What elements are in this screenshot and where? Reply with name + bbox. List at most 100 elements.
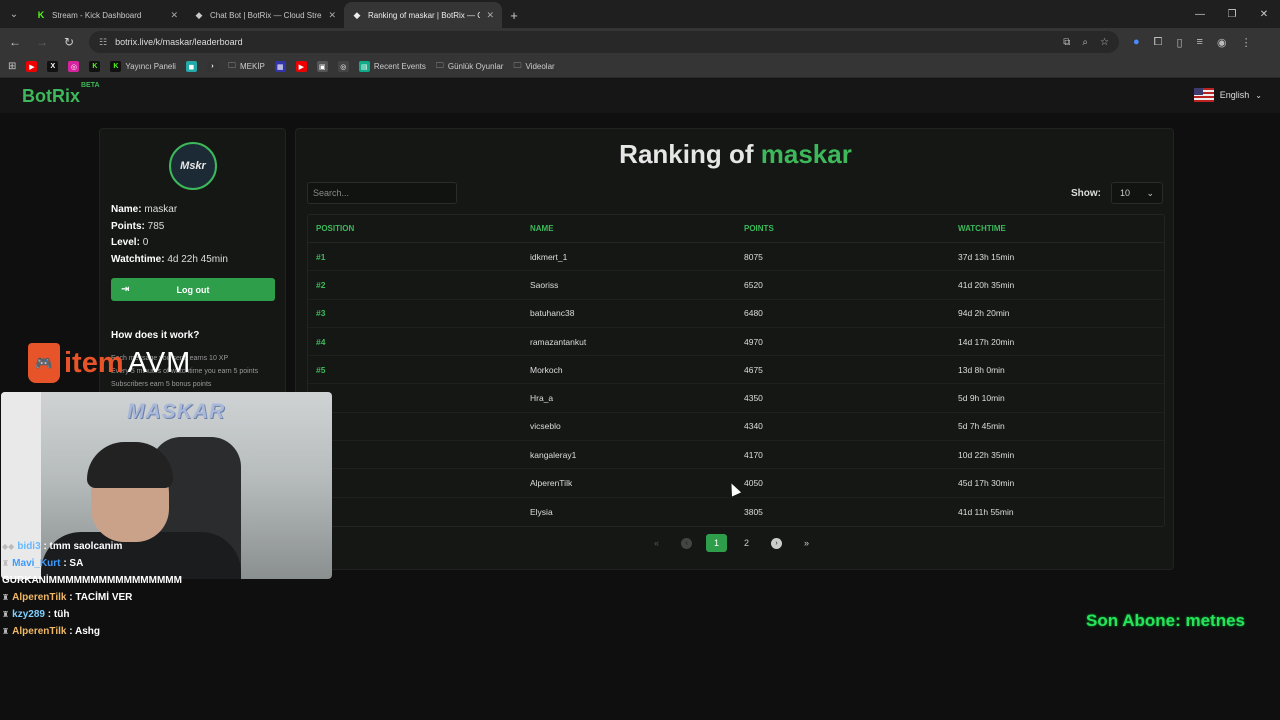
column-header-position[interactable]: Position <box>308 224 522 233</box>
new-tab-button[interactable]: + <box>502 2 526 28</box>
row-watchtime: 37d 13h 15min <box>958 251 1015 262</box>
row-watchtime: 5d 7h 45min <box>958 421 1005 432</box>
logout-label: Log out <box>176 284 210 295</box>
close-window-icon[interactable]: ✕ <box>1248 0 1280 28</box>
last-subscriber-overlay: Son Abone: metnes <box>1086 611 1245 630</box>
row-points: 4050 <box>744 478 763 489</box>
play-icon: › <box>206 61 218 72</box>
column-header-watchtime[interactable]: Watchtime <box>950 224 1164 233</box>
first-page-button[interactable]: « <box>646 534 667 552</box>
tab-ranking[interactable]: ◆ Ranking of maskar | BotRix — C ✕ <box>344 2 502 28</box>
badge-icon: ♜ <box>2 610 10 619</box>
next-page-button[interactable]: › <box>766 534 787 552</box>
badge-icon: ♜ <box>2 627 10 636</box>
page-1-button[interactable]: 1 <box>706 534 727 552</box>
bookmark-app[interactable]: ◼ <box>185 61 197 72</box>
row-points: 3805 <box>744 506 763 517</box>
chat-text: : Ashg <box>69 626 100 637</box>
row-points: 6520 <box>744 279 763 290</box>
logo-text: BotRix <box>22 86 80 106</box>
row-points: 4970 <box>744 336 763 347</box>
minimize-icon[interactable]: — <box>1184 0 1216 28</box>
address-toolbar: ← → ↻ ☷ botrix.live/k/maskar/leaderboard… <box>0 28 1280 56</box>
page-size-value: 10 <box>1120 188 1131 198</box>
close-tab-icon[interactable]: ✕ <box>328 10 336 21</box>
badge-icon: ♜ <box>2 593 10 602</box>
search-input[interactable]: Search... <box>307 182 457 204</box>
site-header: BotRixBETA English ⌄ <box>0 79 1280 113</box>
prev-page-button[interactable]: ‹ <box>676 534 697 552</box>
row-points: 6480 <box>744 308 763 319</box>
bookmark-youtube[interactable]: ▶ <box>26 61 38 72</box>
app-icon: ▦ <box>274 61 286 72</box>
close-tab-icon[interactable]: ✕ <box>170 10 178 21</box>
back-icon[interactable]: ← <box>3 30 27 54</box>
reload-icon[interactable]: ↻ <box>57 30 81 54</box>
last-page-button[interactable]: » <box>796 534 817 552</box>
restore-icon[interactable]: ❐ <box>1216 0 1248 28</box>
table-row: #2 Saoriss 6520 41d 20h 35min <box>308 271 1164 300</box>
profile-watchtime: 4d 22h 45min <box>167 253 228 265</box>
chat-text: : SA <box>63 558 84 569</box>
points-label: Points: <box>111 220 145 232</box>
table-header: Position Name Points Watchtime <box>308 215 1164 243</box>
page-2-button[interactable]: 2 <box>736 534 757 552</box>
profile-name: maskar <box>144 204 178 215</box>
extension-icon[interactable]: ● <box>1133 36 1140 48</box>
bookmark-app[interactable]: ◎ <box>337 61 349 72</box>
chat-message: ♜ kzy289 : tüh <box>2 606 182 623</box>
bookmark-recent-events[interactable]: ▤ Recent Events <box>358 61 426 72</box>
kick-icon: K <box>89 61 101 72</box>
apps-grid-icon[interactable]: ⊞ <box>8 61 16 72</box>
chat-username: bidi3 <box>17 541 41 552</box>
chat-text: GURKANİMMMMMMMMMMMMMMMM <box>2 575 182 586</box>
chat-message: ◆◆ bidi3 : tmm saolcanim <box>2 538 182 555</box>
sidebar-icon[interactable]: ▯ <box>1176 36 1182 49</box>
url-bar[interactable]: ☷ botrix.live/k/maskar/leaderboard ⧉ ⌕ ☆ <box>89 31 1119 53</box>
zoom-icon[interactable]: ⌕ <box>1082 37 1088 48</box>
profile-level: 0 <box>142 237 149 248</box>
bookmark-image[interactable]: ▣ <box>316 61 328 72</box>
bookmark-star-icon[interactable]: ☆ <box>1100 37 1109 48</box>
forward-icon[interactable]: → <box>30 30 54 54</box>
table-row: Elysia 3805 41d 11h 55min <box>308 498 1164 526</box>
bookmark-label: Günlük Oyunlar <box>447 62 504 71</box>
extensions-puzzle-icon[interactable]: ⧠ <box>1154 36 1163 49</box>
tab-kick-dashboard[interactable]: K Stream - Kick Dashboard ✕ <box>28 2 186 28</box>
close-tab-icon[interactable]: ✕ <box>486 10 494 21</box>
bookmark-kick[interactable]: K <box>89 61 101 72</box>
botrix-logo[interactable]: BotRixBETA <box>22 82 100 107</box>
row-name: vicseblo <box>530 421 561 432</box>
bookmark-play[interactable]: › <box>206 61 218 72</box>
table-row: vicseblo 4340 5d 7h 45min <box>308 413 1164 442</box>
how-it-works-title: How does it work? <box>111 330 200 341</box>
column-header-name[interactable]: Name <box>522 224 736 233</box>
page-title: Ranking of maskar <box>296 139 1175 170</box>
bookmark-yayinci-paneli[interactable]: K Yayıncı Paneli <box>110 61 176 72</box>
bookmark-youtube[interactable]: ▶ <box>295 61 307 72</box>
badge-icon: ♜ <box>2 559 10 568</box>
name-label: Name: <box>111 204 142 215</box>
page-size-select[interactable]: 10 ⌄ <box>1111 182 1163 204</box>
column-header-points[interactable]: Points <box>736 224 950 233</box>
bookmark-instagram[interactable]: ◎ <box>68 61 80 72</box>
kick-icon: K <box>37 10 45 20</box>
profile-avatar-icon[interactable]: ◉ <box>1217 36 1227 49</box>
bookmark-mekip[interactable]: 🗀 MEKİP <box>228 60 265 74</box>
row-name: AlperenTilk <box>530 478 573 489</box>
translate-icon[interactable]: ⧉ <box>1063 37 1070 48</box>
menu-icon[interactable]: ⋮ <box>1241 36 1252 49</box>
chat-text: : tüh <box>47 609 70 620</box>
bookmark-videolar[interactable]: 🗀 Videolar <box>513 60 554 74</box>
bookmark-x[interactable]: X <box>47 61 59 72</box>
bookmark-app[interactable]: ▦ <box>274 61 286 72</box>
language-selector[interactable]: English ⌄ <box>1193 88 1262 102</box>
row-watchtime: 45d 17h 30min <box>958 478 1015 489</box>
site-info-icon[interactable]: ☷ <box>99 37 107 48</box>
tab-chat-bot[interactable]: ◆ Chat Bot | BotRix — Cloud Strea ✕ <box>186 2 344 28</box>
logout-button[interactable]: ⇥ Log out <box>111 278 275 301</box>
media-icon[interactable]: ≡ <box>1197 36 1203 48</box>
bookmark-gunluk-oyunlar[interactable]: 🗀 Günlük Oyunlar <box>436 60 504 74</box>
chat-username: AlperenTilk <box>12 626 67 637</box>
tab-search-icon[interactable]: ⌄ <box>0 0 28 28</box>
